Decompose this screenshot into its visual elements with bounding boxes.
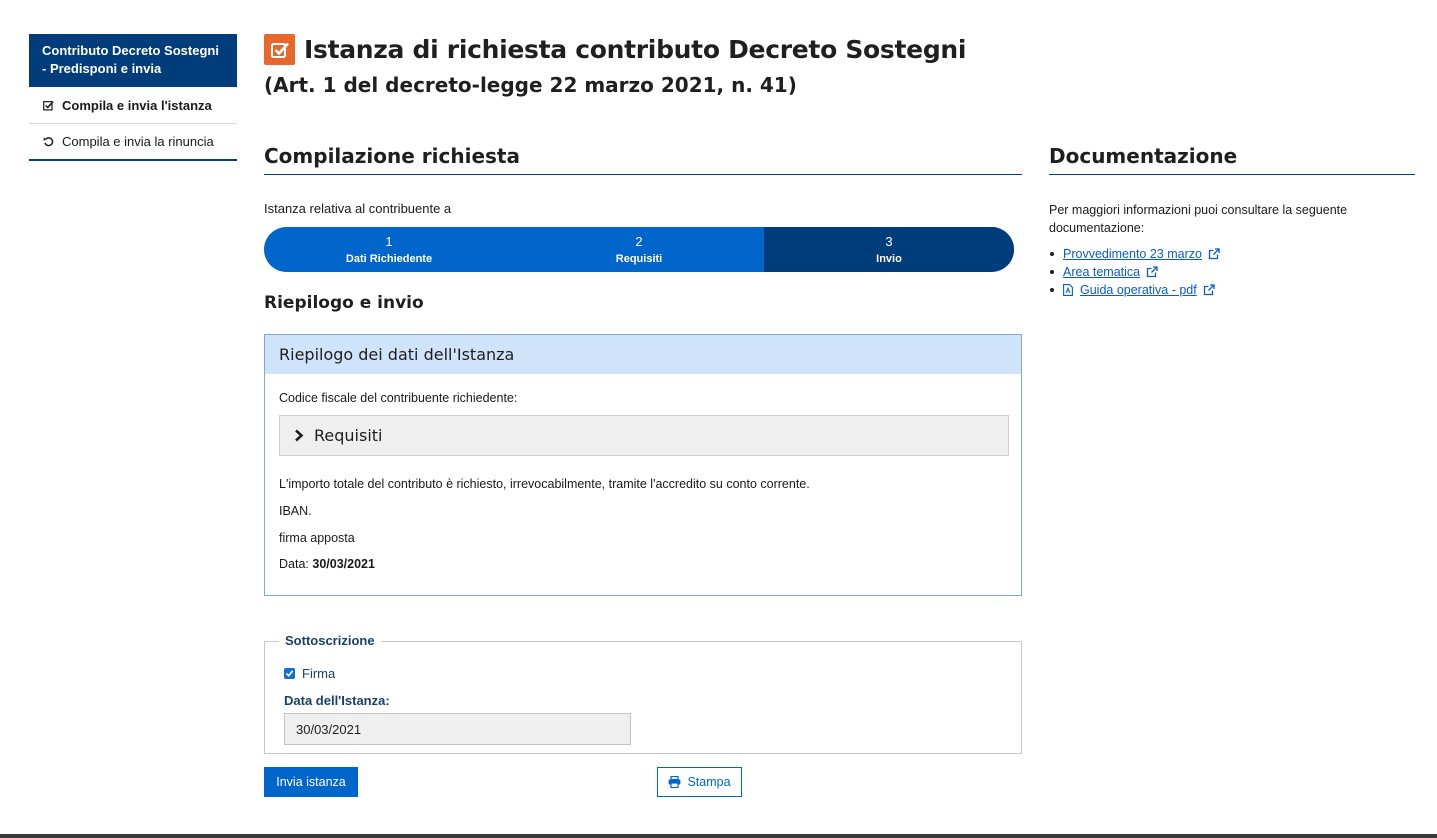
list-item: Guida operativa - pdf <box>1050 281 1220 299</box>
link-provvedimento[interactable]: Provvedimento 23 marzo <box>1063 247 1202 261</box>
list-item: Area tematica <box>1050 263 1220 281</box>
codice-fiscale-label: Codice fiscale del contribuente richiede… <box>279 391 518 405</box>
link-guida-operativa[interactable]: Guida operativa - pdf <box>1080 283 1197 297</box>
riepilogo-title: Riepilogo e invio <box>264 293 424 313</box>
data-label: Data: <box>279 557 309 571</box>
list-item: Provvedimento 23 marzo <box>1050 245 1220 263</box>
sidebar-item-compila-istanza[interactable]: Compila e invia l'istanza <box>29 87 237 124</box>
requisiti-accordion[interactable]: Requisiti <box>279 415 1009 456</box>
step-number: 2 <box>635 233 643 249</box>
accordion-label: Requisiti <box>314 426 383 445</box>
step-dati-richiedente[interactable]: 1 Dati Richiedente <box>264 227 514 272</box>
step-requisiti[interactable]: 2 Requisiti <box>514 227 764 272</box>
iban-label: IBAN. <box>279 504 312 518</box>
summary-panel-title: Riepilogo dei dati dell'Istanza <box>265 335 1021 374</box>
pdf-file-icon <box>1063 284 1073 296</box>
sidebar-item-label: Compila e invia l'istanza <box>62 97 212 113</box>
sidebar-item-label: Compila e invia la rinuncia <box>62 134 214 149</box>
documentazione-intro: Per maggiori informazioni puoi consultar… <box>1049 203 1348 235</box>
external-link-icon <box>1203 284 1215 296</box>
undo-icon <box>43 136 62 147</box>
contribuente-intro: Istanza relativa al contribuente a <box>264 201 452 216</box>
sidebar: Contributo Decreto Sostegni - Predisponi… <box>29 34 237 161</box>
external-link-icon <box>1208 248 1220 260</box>
importo-text: L'importo totale del contributo è richie… <box>279 477 810 491</box>
sottoscrizione-fieldset: Sottoscrizione Firma Data dell'Istanza: … <box>264 633 1022 754</box>
page-header: Istanza di richiesta contributo Decreto … <box>264 34 966 97</box>
sidebar-item-compila-rinuncia[interactable]: Compila e invia la rinuncia <box>29 124 237 161</box>
step-number: 1 <box>385 233 393 249</box>
data-istanza-label: Data dell'Istanza: <box>284 693 390 708</box>
check-square-icon <box>43 100 62 111</box>
link-area-tematica[interactable]: Area tematica <box>1063 265 1140 279</box>
stampa-button[interactable]: Stampa <box>657 767 742 797</box>
data-line: Data: 30/03/2021 <box>279 557 375 571</box>
firma-checkbox-label: Firma <box>302 666 336 681</box>
section-title-documentazione: Documentazione <box>1049 144 1415 175</box>
section-title-compilazione: Compilazione richiesta <box>264 144 1022 175</box>
page-title: Istanza di richiesta contributo Decreto … <box>304 35 967 64</box>
chevron-right-icon <box>294 429 304 442</box>
sidebar-header[interactable]: Contributo Decreto Sostegni - Predisponi… <box>29 34 237 87</box>
step-number: 3 <box>885 233 893 249</box>
printer-icon <box>668 776 681 788</box>
stepper: 1 Dati Richiedente 2 Requisiti 3 Invio <box>264 227 1014 272</box>
step-label: Dati Richiedente <box>345 252 433 265</box>
step-invio: 3 Invio <box>764 227 1014 272</box>
data-value: 30/03/2021 <box>312 557 375 571</box>
external-link-icon <box>1146 266 1158 278</box>
sottoscrizione-legend: Sottoscrizione <box>279 633 381 648</box>
step-label: Requisiti <box>615 252 663 265</box>
summary-panel: Riepilogo dei dati dell'Istanza Codice f… <box>264 334 1022 596</box>
page-subtitle: (Art. 1 del decreto-legge 22 marzo 2021,… <box>264 73 797 97</box>
firma-checkbox[interactable] <box>284 668 295 679</box>
check-square-icon <box>264 34 295 65</box>
firma-text: firma apposta <box>279 531 355 545</box>
bottom-bar <box>0 834 1437 838</box>
firma-checkbox-row[interactable]: Firma <box>284 666 335 681</box>
data-istanza-input: 30/03/2021 <box>284 713 631 745</box>
documentazione-links: Provvedimento 23 marzo Area tematica Gui… <box>1050 245 1220 299</box>
step-label: Invio <box>876 252 902 265</box>
stampa-button-label: Stampa <box>687 775 731 789</box>
invia-istanza-button[interactable]: Invia istanza <box>264 767 358 797</box>
